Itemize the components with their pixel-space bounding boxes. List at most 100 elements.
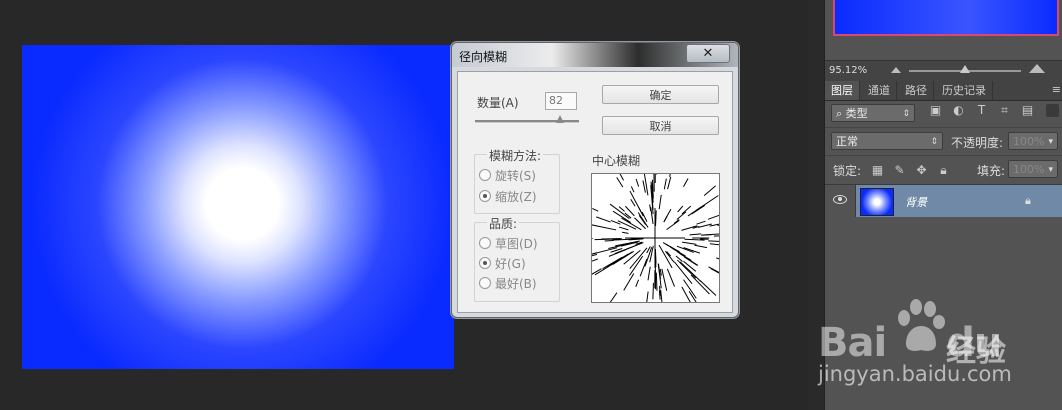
radio-best[interactable] [479,277,491,289]
amount-slider-thumb[interactable] [556,115,565,123]
filter-type-icon[interactable]: T [975,104,988,117]
blur-streak [644,291,649,319]
radio-zoom-label[interactable]: 缩放(Z) [495,188,537,205]
blur-streak [707,213,724,220]
navigator-thumbnail[interactable] [833,0,1059,36]
blend-mode-value: 正常 [836,135,858,148]
lock-transparent-icon[interactable]: ▦ [871,164,884,177]
amount-label: 数量(A) [477,96,519,110]
fill-value: 100% [1013,163,1045,176]
opacity-value: 100% [1013,135,1045,148]
tab-paths[interactable]: 路径 [899,81,934,100]
layer-row[interactable]: 背景 🔒︎ [825,184,1062,218]
lock-icon: 🔒︎ [1025,194,1031,207]
blur-streak [663,178,667,190]
navigator-zoom-bar: 95.12% [825,60,1062,82]
layer-name[interactable]: 背景 [905,194,927,210]
blend-mode-select[interactable]: 正常 ⇕ [831,132,943,150]
radio-draft-label[interactable]: 草图(D) [495,235,538,252]
panel-menu-icon[interactable]: ≡ [1052,83,1061,96]
blur-method-label: 模糊方法: [487,147,544,164]
chevron-down-icon: ▾ [1048,137,1053,147]
blur-streak [618,206,625,212]
cancel-button[interactable]: 取消 [602,116,719,135]
blur-streak [647,266,651,281]
blur-streak [683,279,697,299]
radio-draft[interactable] [479,237,491,249]
blur-streak [666,219,680,231]
blur-streak [616,177,624,188]
blur-streak [716,257,745,268]
filter-toggle-icon[interactable] [1046,104,1059,117]
lock-image-icon[interactable]: ✎ [893,164,906,177]
blur-streak [661,268,668,291]
blur-streak [655,210,657,227]
radio-good[interactable] [479,257,491,269]
opacity-field[interactable]: 100% ▾ [1008,132,1058,150]
blur-streak [683,247,701,254]
blur-streak [659,268,662,276]
blur-streak [630,186,635,193]
blur-center-preview[interactable] [564,156,745,319]
lock-label: 锁定: [833,164,862,178]
dialog-client-area: 数量(A) 82 确定 取消 模糊方法: 旋转(S) 缩放(Z) 品质: 草图(… [457,71,745,319]
blur-streak [691,205,705,215]
blur-streak [677,205,684,213]
blur-streak [652,282,654,300]
blur-streak [666,268,676,287]
baidu-paw-icon [898,299,945,351]
lock-position-icon[interactable]: ✥ [915,164,928,177]
eye-icon[interactable] [833,195,847,204]
blur-streak [682,241,697,245]
close-button[interactable]: ✕ [686,44,730,63]
radio-zoom[interactable] [479,190,491,202]
ok-button[interactable]: 确定 [602,85,719,104]
blur-streak [675,255,683,262]
radio-spin-label[interactable]: 旋转(S) [495,167,536,184]
document-canvas[interactable] [22,45,454,369]
zoom-in-icon[interactable] [1029,64,1045,73]
blur-streak [618,226,629,231]
zoom-value[interactable]: 95.12% [829,65,867,76]
blend-row: 正常 ⇕ 不透明度: 100% ▾ [825,127,1062,154]
tab-channels[interactable]: 通道 [862,81,897,100]
radio-good-label[interactable]: 好(G) [495,255,526,272]
filter-kind-select[interactable]: ⌕ 类型 ⇕ [831,104,915,122]
filter-adjustment-icon[interactable]: ◐ [952,104,965,117]
blur-streak [687,258,699,266]
blur-streak [601,292,618,314]
quality-group: 品质: 草图(D) 好(G) 最好(B) [474,215,560,302]
blur-streak [635,178,640,187]
opacity-label: 不透明度: [951,136,1004,150]
blur-streak [663,208,672,222]
baidu-watermark: Bai du 经验 jingyan.baidu.com [818,298,1012,398]
zoom-slider-knob[interactable] [960,65,970,73]
layer-visibility-cell[interactable] [825,185,856,217]
radio-best-label[interactable]: 最好(B) [495,275,537,292]
filter-shape-icon[interactable]: ⌗ [998,104,1011,117]
filter-smartobject-icon[interactable]: ▤ [1021,104,1034,117]
blur-streak [681,205,692,215]
tab-history[interactable]: 历史记录 [936,81,993,100]
tab-layers[interactable]: 图层 [825,81,860,100]
blur-streak [604,240,614,242]
fill-field[interactable]: 100% ▾ [1008,160,1058,178]
zoom-out-icon[interactable] [891,67,901,73]
layer-thumbnail[interactable] [860,188,894,216]
blur-streak [703,185,716,197]
select-arrows-icon: ⇕ [930,137,938,147]
chevron-down-icon: ▾ [1048,165,1053,175]
watermark-url: jingyan.baidu.com [818,362,1012,386]
blur-streak [696,220,706,225]
filter-pixel-icon[interactable]: ▣ [929,104,942,117]
blur-streak [708,240,726,243]
blur-streak [588,223,617,231]
blur-streak [623,273,635,291]
filter-kind-value: 类型 [845,107,868,120]
blur-streak [655,272,658,291]
dialog-titlebar[interactable]: 径向模糊 ✕ [452,43,738,67]
blur-streak [695,195,719,211]
lock-all-icon[interactable]: 🔒︎ [937,164,950,177]
radio-spin[interactable] [479,169,491,181]
amount-input[interactable]: 82 [545,92,577,110]
